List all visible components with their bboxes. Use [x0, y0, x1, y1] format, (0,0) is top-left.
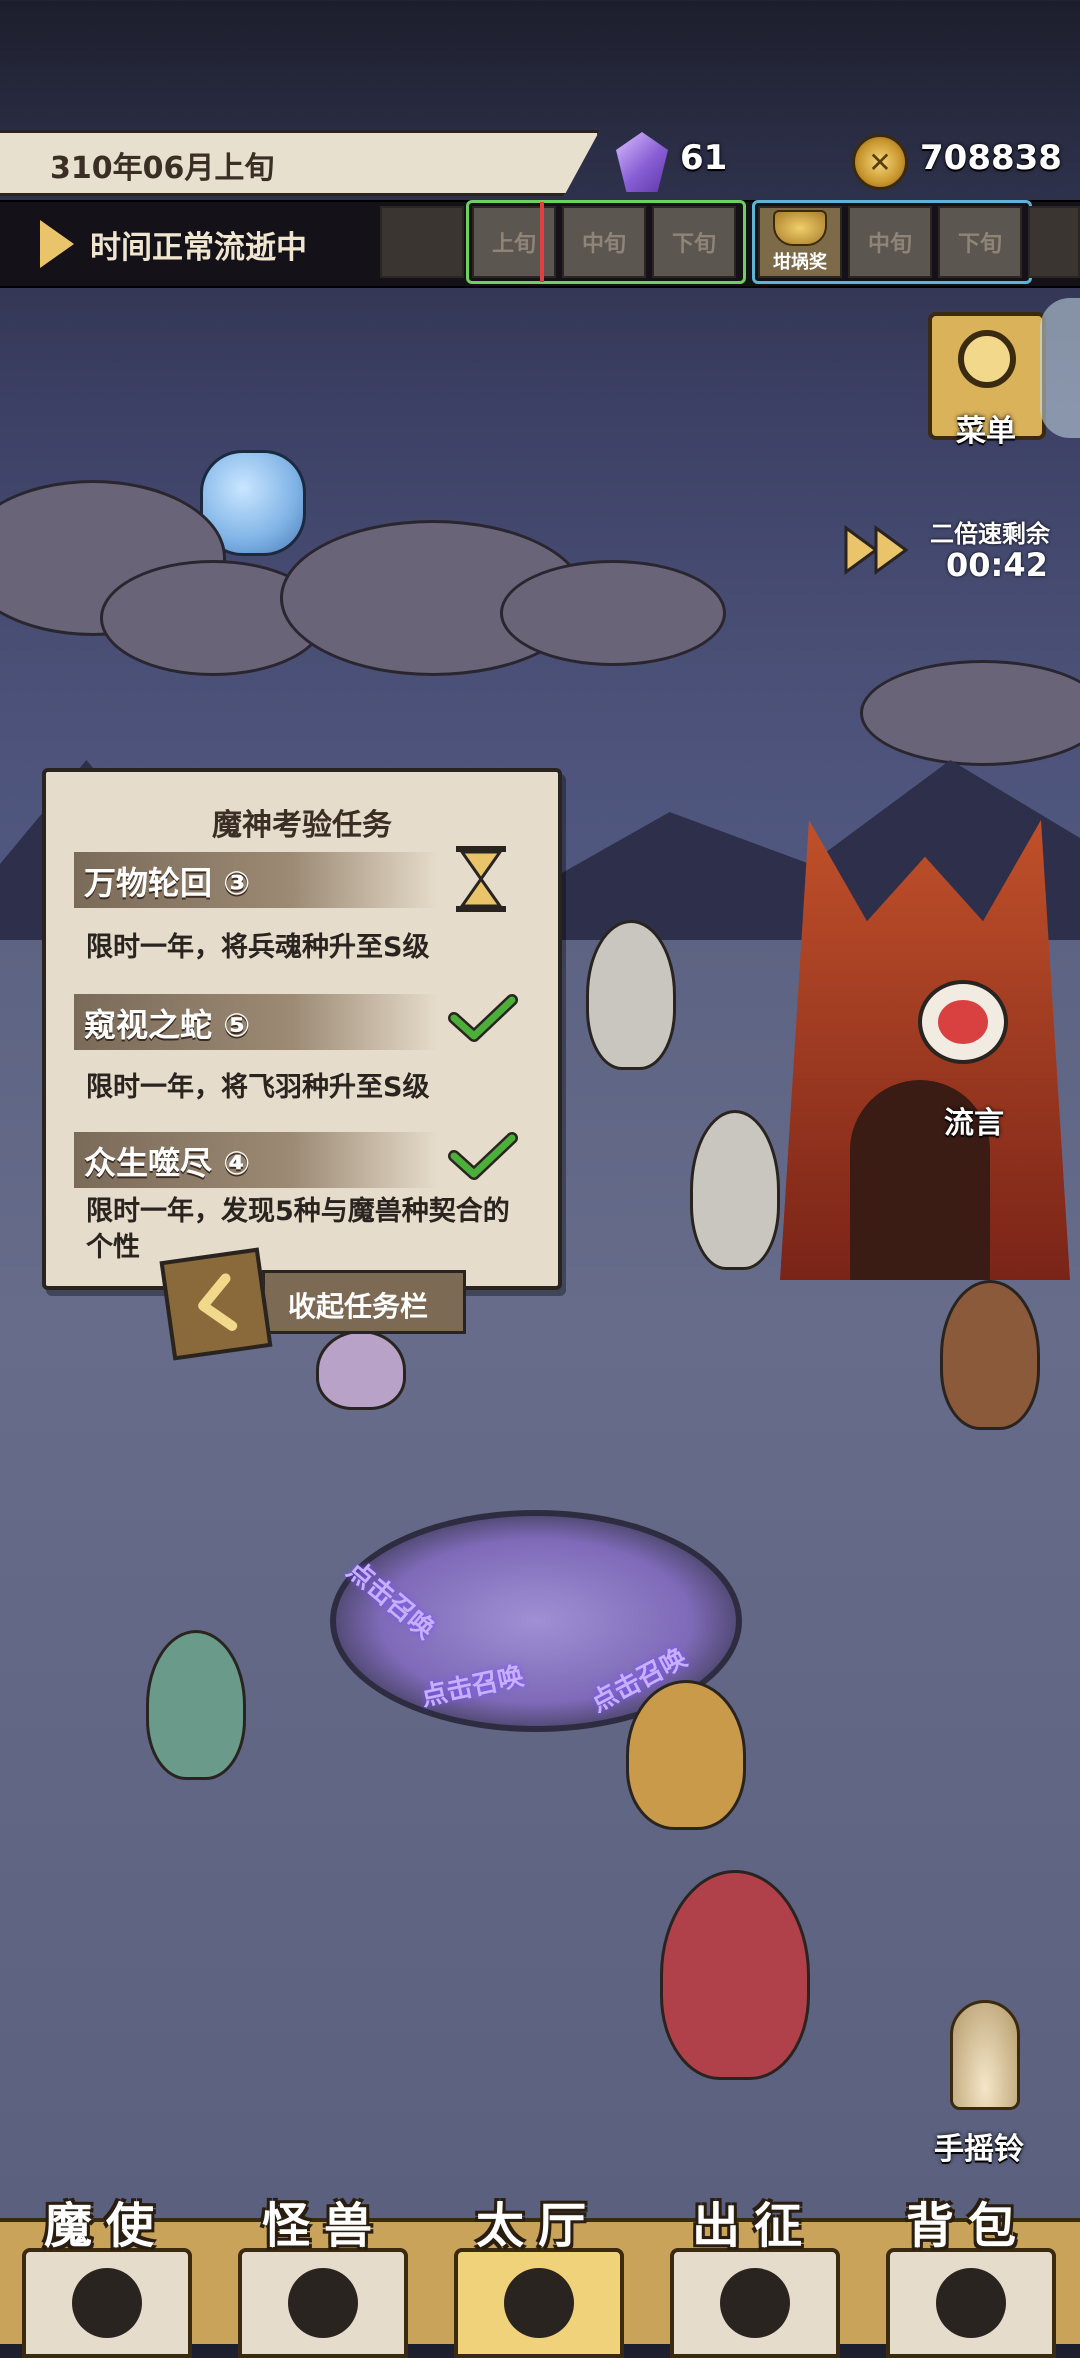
character-pumpkin[interactable]: [626, 1680, 746, 1830]
gold-coin-icon: ✕: [852, 134, 908, 190]
cauldron-icon: [773, 210, 827, 246]
play-icon[interactable]: [40, 220, 74, 268]
quest-name: 窥视之蛇 ⑤: [84, 1006, 251, 1044]
gem-count: 61: [680, 138, 728, 178]
quest-panel-title: 魔神考验任务: [212, 808, 392, 843]
character-girl[interactable]: [316, 1330, 406, 1410]
time-slot: 中旬: [848, 206, 932, 278]
collapse-quest-button[interactable]: [159, 1247, 273, 1361]
nav-label: 太厅: [476, 2198, 601, 2254]
hourglass-icon: [456, 846, 506, 912]
quest-name: 万物轮回 ③: [84, 864, 251, 902]
date-text: 310年06月上旬: [50, 151, 275, 186]
expedition-icon: [720, 2268, 790, 2338]
double-speed-time: 00:42: [946, 546, 1048, 584]
hall-icon: [504, 2268, 574, 2338]
purple-crystal-icon: [616, 132, 668, 192]
time-slot: 下旬: [652, 206, 736, 278]
monster-icon: [288, 2268, 358, 2338]
chevron-left-icon: [198, 1273, 238, 1331]
quest-name: 众生噬尽 ④: [84, 1144, 251, 1182]
checkmark-icon: [448, 1132, 518, 1180]
rumor-label: 流言: [944, 1106, 1004, 1141]
hand-bell-icon[interactable]: [950, 2000, 1020, 2110]
character-demon-lord[interactable]: [660, 1870, 810, 2080]
menu-g-icon: [958, 330, 1016, 388]
time-slot-past: [380, 206, 464, 278]
fast-forward-icon[interactable]: [842, 522, 912, 578]
floating-assistant[interactable]: [1040, 298, 1080, 438]
nav-label: 背包: [906, 2198, 1031, 2254]
hand-bell-label: 手摇铃: [934, 2132, 1024, 2167]
nav-label: 怪兽: [262, 2198, 387, 2254]
time-slot: 中旬: [562, 206, 646, 278]
time-slot: 下旬: [938, 206, 1022, 278]
time-slot-future: [1028, 206, 1080, 278]
skull-icon: [72, 2268, 142, 2338]
character-witch[interactable]: [146, 1630, 246, 1780]
prize-slot[interactable]: 坩埚奖: [758, 206, 842, 278]
nav-label: 魔使: [44, 2198, 169, 2254]
quest-description: 限时一年，发现5种与魔兽种契合的个性: [86, 1196, 510, 1263]
character-soldier[interactable]: [586, 920, 676, 1070]
time-marker: [540, 202, 544, 282]
time-status: 时间正常流逝中: [90, 230, 307, 266]
coin-count: 708838: [920, 138, 1062, 178]
menu-label: 菜单: [956, 414, 1016, 449]
checkmark-icon: [448, 994, 518, 1042]
character-soldier[interactable]: [690, 1110, 780, 1270]
nav-label: 出征: [692, 2198, 817, 2254]
quest-description: 限时一年，将飞羽种升至S级: [86, 1072, 430, 1103]
quest-description: 限时一年，将兵魂种升至S级: [86, 932, 430, 963]
prize-label: 坩埚奖: [773, 252, 827, 273]
collapse-quest-label: 收起任务栏: [288, 1290, 429, 1323]
cloud: [500, 560, 726, 666]
backpack-icon: [936, 2268, 1006, 2338]
cloud: [860, 660, 1080, 766]
double-speed-label: 二倍速剩余: [930, 520, 1050, 548]
character-shaman[interactable]: [940, 1280, 1040, 1430]
demon-face-icon: [938, 1000, 988, 1044]
